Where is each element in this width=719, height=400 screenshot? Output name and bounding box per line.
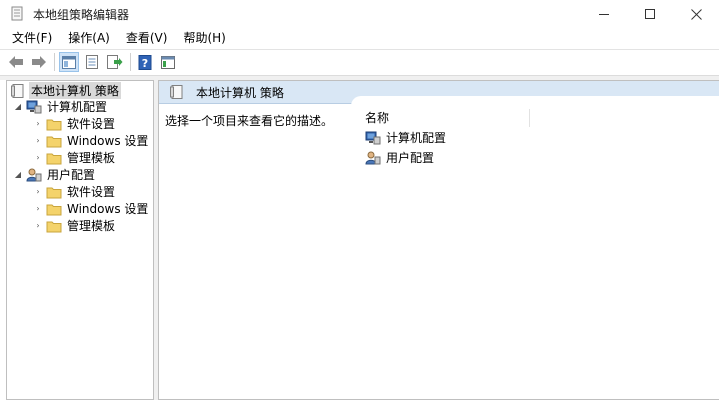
tree-label-software-settings: 软件设置 (67, 117, 116, 131)
menu-action[interactable]: 操作(A) (60, 28, 118, 48)
description-text: 选择一个项目来查看它的描述。 (165, 114, 334, 128)
collapsed-chevron-icon[interactable]: › (33, 187, 43, 197)
policy-editor-app-icon (11, 6, 23, 21)
folder-icon (46, 221, 62, 232)
folder-icon (46, 153, 62, 164)
folder-icon (46, 119, 62, 130)
collapsed-chevron-icon[interactable]: › (33, 136, 43, 146)
back-arrow-icon (9, 56, 23, 68)
title-bar: 本地组策略编辑器 (0, 0, 719, 28)
tree-item-user-config[interactable]: ◢ 用户配置 (13, 166, 97, 183)
show-hide-tree-button[interactable] (59, 52, 79, 72)
tree-item-computer-config[interactable]: ◢ 计算机配置 (13, 98, 109, 115)
extended-view-button[interactable] (158, 52, 178, 72)
expanded-chevron-icon[interactable]: ◢ (13, 170, 23, 180)
tree-item-software-settings[interactable]: › 软件设置 (33, 183, 117, 200)
extended-view-icon (161, 55, 175, 69)
folder-icon (46, 187, 62, 198)
toolbar-separator (130, 53, 131, 71)
collapsed-chevron-icon[interactable]: › (33, 204, 43, 214)
computer-config-icon (26, 100, 42, 113)
export-list-icon (107, 55, 123, 69)
computer-config-icon (365, 131, 381, 144)
tree-label-admin-templates: 管理模板 (67, 219, 116, 233)
details-header-title: 本地计算机 策略 (196, 85, 284, 100)
tree-label-user-config: 用户配置 (47, 168, 96, 182)
tree-label-software-settings: 软件设置 (67, 185, 116, 199)
properties-button[interactable] (82, 52, 102, 72)
tree-label-admin-templates: 管理模板 (67, 151, 116, 165)
folder-icon (46, 136, 62, 147)
minimize-icon (599, 13, 609, 15)
close-button[interactable] (673, 0, 719, 28)
help-icon: ? (138, 54, 152, 70)
menu-help[interactable]: 帮助(H) (175, 28, 233, 48)
list-item-label: 用户配置 (386, 151, 435, 165)
user-config-icon (365, 151, 381, 164)
close-icon (690, 8, 702, 20)
policy-document-icon (170, 85, 183, 99)
window-title: 本地组策略编辑器 (33, 8, 130, 22)
tree-item-windows-settings[interactable]: › Windows 设置 (33, 200, 150, 217)
collapsed-chevron-icon[interactable]: › (33, 153, 43, 163)
list-item-computer-config[interactable]: 计算机配置 (365, 129, 448, 146)
list-item-label: 计算机配置 (386, 131, 447, 145)
toolbar-separator (54, 53, 55, 71)
maximize-icon (645, 9, 655, 19)
collapsed-chevron-icon[interactable]: › (33, 221, 43, 231)
help-button[interactable]: ? (135, 52, 155, 72)
properties-icon (86, 55, 98, 69)
tree-label-root: 本地计算机 策略 (29, 82, 121, 99)
maximize-button[interactable] (627, 0, 673, 28)
forward-button[interactable] (29, 52, 49, 72)
tree-item-admin-templates[interactable]: › 管理模板 (33, 217, 117, 234)
show-hide-tree-icon (62, 55, 76, 69)
collapsed-chevron-icon[interactable]: › (33, 119, 43, 129)
list-item-user-config[interactable]: 用户配置 (365, 149, 436, 166)
back-button[interactable] (6, 52, 26, 72)
tree-pane[interactable]: 本地计算机 策略 ◢ 计算机配置 › 软件设置 › Windows 设置 › 管… (6, 80, 154, 400)
menu-file[interactable]: 文件(F) (4, 28, 60, 48)
folder-icon (46, 204, 62, 215)
menu-bar: 文件(F) 操作(A) 查看(V) 帮助(H) (0, 28, 719, 48)
tree-item-root[interactable]: 本地计算机 策略 (10, 82, 121, 99)
export-list-button[interactable] (105, 52, 125, 72)
tree-label-computer-config: 计算机配置 (47, 100, 108, 114)
column-header-name[interactable]: 名称 (365, 109, 530, 127)
tree-label-windows-settings: Windows 设置 (67, 202, 149, 216)
expanded-chevron-icon[interactable]: ◢ (13, 102, 23, 112)
tree-item-windows-settings[interactable]: › Windows 设置 (33, 132, 150, 149)
tree-label-windows-settings: Windows 设置 (67, 134, 149, 148)
tab-decoration (351, 96, 719, 106)
tree-item-software-settings[interactable]: › 软件设置 (33, 115, 117, 132)
user-config-icon (26, 168, 42, 181)
menu-view[interactable]: 查看(V) (118, 28, 176, 48)
forward-arrow-icon (32, 56, 46, 68)
svg-text:?: ? (142, 57, 148, 70)
tree-item-admin-templates[interactable]: › 管理模板 (33, 149, 117, 166)
details-pane: 本地计算机 策略 选择一个项目来查看它的描述。 名称 计算机配置 用户配置 (158, 80, 719, 400)
toolbar: ? (0, 49, 719, 74)
minimize-button[interactable] (581, 0, 627, 28)
policy-document-icon (11, 83, 24, 98)
